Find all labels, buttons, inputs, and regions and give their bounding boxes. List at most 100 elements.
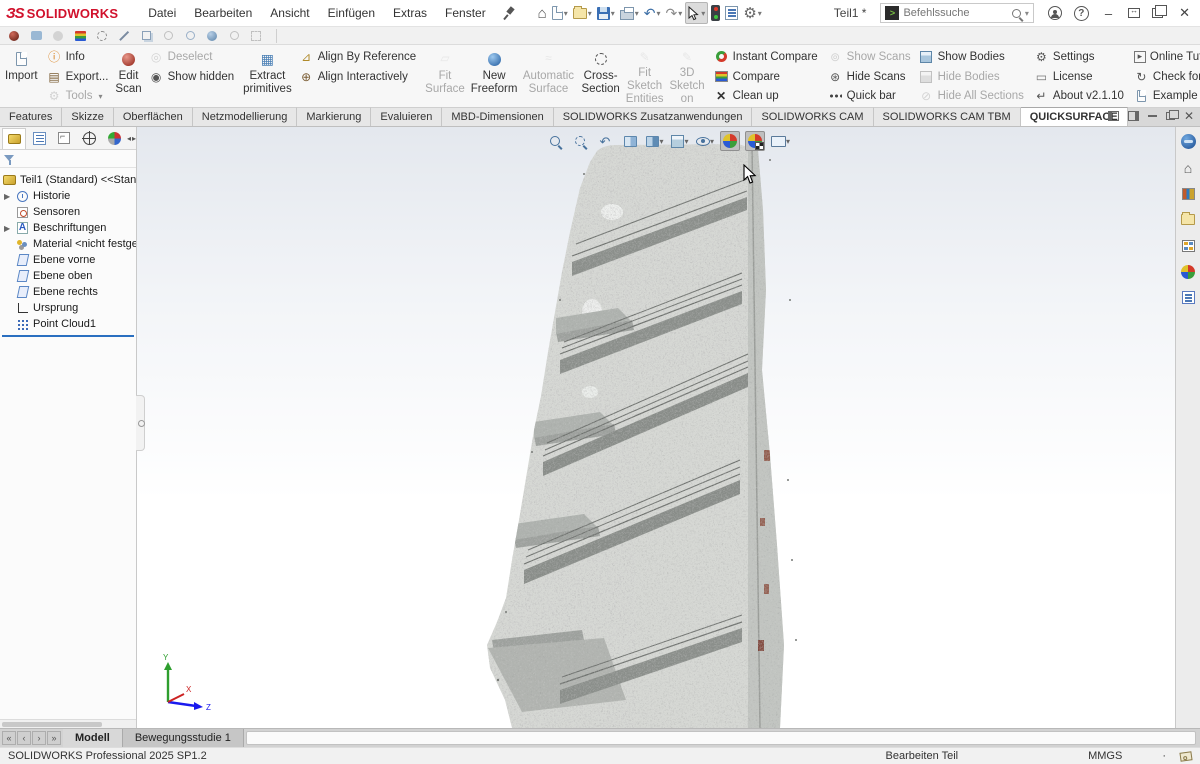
help-icon[interactable]: ? [1074,6,1089,21]
appearances-button[interactable] [1178,262,1198,281]
file-properties-button[interactable] [723,2,740,24]
select-dropdown-arrow[interactable]: ▾ [701,9,705,18]
license-button[interactable]: ▭License [1034,67,1124,87]
align-by-reference-button[interactable]: ⊿Align By Reference [299,47,416,67]
save-button[interactable]: ▾ [595,2,617,24]
expander-icon[interactable]: ▶ [4,192,12,201]
tree-root-part[interactable]: Teil1 (Standard) <<Standard: [0,172,136,188]
tab-scroll-last-button[interactable]: » [47,731,61,745]
compare-button[interactable]: Compare [714,67,818,87]
clean-up-button[interactable]: ✕Clean up [714,86,818,106]
sphere-primitive-icon[interactable] [206,30,218,42]
expander-icon[interactable]: ▶ [4,224,12,233]
featuremanager-tree-tab[interactable] [2,128,26,149]
online-tutorials-button[interactable]: ▸Online Tutorials [1134,47,1200,67]
tree-item-sensoren[interactable]: Sensoren [0,204,136,220]
menu-bearbeiten[interactable]: Bearbeiten [186,3,260,23]
graphics-viewport[interactable]: Y Z X ↶ ▾ ▾ ▾ ▾ [137,127,1175,728]
quick-bar-button[interactable]: Quick bar [828,86,911,106]
undo-button[interactable]: ↶▾ [642,2,663,24]
hide-show-items-button[interactable] [720,131,740,151]
tab-scroll-first-button[interactable]: « [2,731,16,745]
design-library-button[interactable] [1178,184,1198,203]
tab-oberflaechen[interactable]: Oberflächen [114,107,193,126]
zoom-to-fit-button[interactable] [545,131,565,151]
sw-resources-button[interactable]: ⌂ [1178,158,1198,177]
previous-view-button[interactable]: ↶ [595,131,615,151]
edit-appearance-button[interactable] [745,131,765,151]
show-hidden-button[interactable]: ◉Show hidden [149,67,235,87]
open-dropdown-arrow[interactable]: ▾ [588,9,592,18]
check-for-update-button[interactable]: ↻Check for Update [1134,67,1200,87]
rebuild-button[interactable] [709,2,722,24]
selection-circle-icon[interactable] [96,30,108,42]
dock-left-icon[interactable] [1108,111,1119,121]
align-interactively-button[interactable]: ⊕Align Interactively [299,67,416,87]
span-displays-button[interactable] [1128,8,1140,18]
tree-tabs-scroll-right-icon[interactable]: ▸ [132,134,136,143]
save-dropdown-arrow[interactable]: ▾ [611,9,615,18]
tab-scroll-prev-button[interactable]: ‹ [17,731,31,745]
tree-item-historie[interactable]: ▶ Historie [0,188,136,204]
menu-datei[interactable]: Datei [140,3,184,23]
command-search[interactable]: > ▾ [880,3,1033,23]
show-bodies-button[interactable]: Show Bodies [919,47,1024,67]
pane-restore-icon[interactable] [1166,112,1175,120]
dropdown-arrow[interactable]: ▾ [659,137,663,146]
settings-button[interactable]: ⚙Settings [1034,47,1124,67]
color-swatch-icon[interactable] [74,30,86,42]
example-files-button[interactable]: Example Files▾ [1134,86,1200,106]
tree-horizontal-scrollbar[interactable] [0,719,136,728]
import-button[interactable]: Import [2,46,41,107]
info-button[interactable]: ⓘInfo [47,47,109,67]
extract-primitives-button[interactable]: ▦ Extract primitives [240,46,295,107]
hide-scans-button[interactable]: ⊛Hide Scans [828,67,911,87]
menu-einfuegen[interactable]: Einfügen [320,3,383,23]
menu-extras[interactable]: Extras [385,3,435,23]
tab-mbd-dimensionen[interactable]: MBD-Dimensionen [442,107,553,126]
cross-section-button[interactable]: Cross-Section [578,46,622,107]
export-button[interactable]: ▤Export... [47,67,109,87]
display-style-button[interactable]: ▾ [695,131,715,151]
search-icon[interactable] [1012,9,1021,18]
new-freeform-button[interactable]: New Freeform [468,46,521,107]
print-dropdown-arrow[interactable]: ▾ [635,9,639,18]
tree-item-point-cloud[interactable]: Point Cloud1 [0,316,136,332]
model-tab[interactable]: Modell [63,729,123,747]
menu-fenster[interactable]: Fenster [437,3,494,23]
search-dropdown-arrow[interactable]: ▾ [1025,9,1029,18]
open-button[interactable]: ▾ [571,2,594,24]
pane-minimize-icon[interactable] [1148,115,1157,117]
units-text[interactable]: MMGS [1088,750,1122,762]
tree-item-ursprung[interactable]: Ursprung [0,300,136,316]
tab-netzmodellierung[interactable]: Netzmodellierung [193,107,298,126]
displaymanager-tab[interactable] [102,128,126,149]
line-tool-icon[interactable] [118,30,130,42]
menu-ansicht[interactable]: Ansicht [262,3,317,23]
appearance-sphere-icon[interactable] [8,30,20,42]
zoom-to-area-button[interactable] [570,131,590,151]
tree-item-ebene-vorne[interactable]: Ebene vorne [0,252,136,268]
motion-study-tab[interactable]: Bewegungsstudie 1 [123,729,244,747]
about-button[interactable]: ↵About v2.1.10 [1034,86,1124,106]
tab-solidworks-cam-tbm[interactable]: SOLIDWORKS CAM TBM [874,107,1021,126]
redo-dropdown-arrow[interactable]: ▾ [678,9,682,18]
file-explorer-button[interactable] [1178,210,1198,229]
instant-compare-button[interactable]: Instant Compare [714,47,818,67]
user-account-icon[interactable] [1048,6,1062,20]
print-button[interactable]: ▾ [618,2,641,24]
scene-icon[interactable] [30,30,42,42]
dimxpert-tab[interactable] [77,128,101,149]
tab-solidworks-cam[interactable]: SOLIDWORKS CAM [752,107,873,126]
pane-close-icon[interactable]: ✕ [1184,110,1194,122]
close-button[interactable]: ✕ [1175,5,1194,21]
decal-icon[interactable] [52,30,64,42]
section-view-button[interactable] [620,131,640,151]
new-dropdown-arrow[interactable]: ▾ [564,9,568,18]
view-settings-button[interactable]: ▾ [770,131,791,151]
undo-dropdown-arrow[interactable]: ▾ [657,9,661,18]
tab-zusatzanwendungen[interactable]: SOLIDWORKS Zusatzanwendungen [554,107,753,126]
redo-button[interactable]: ↷▾ [664,2,685,24]
tree-item-beschriftungen[interactable]: ▶ A Beschriftungen [0,220,136,236]
tab-skizze[interactable]: Skizze [62,107,113,126]
